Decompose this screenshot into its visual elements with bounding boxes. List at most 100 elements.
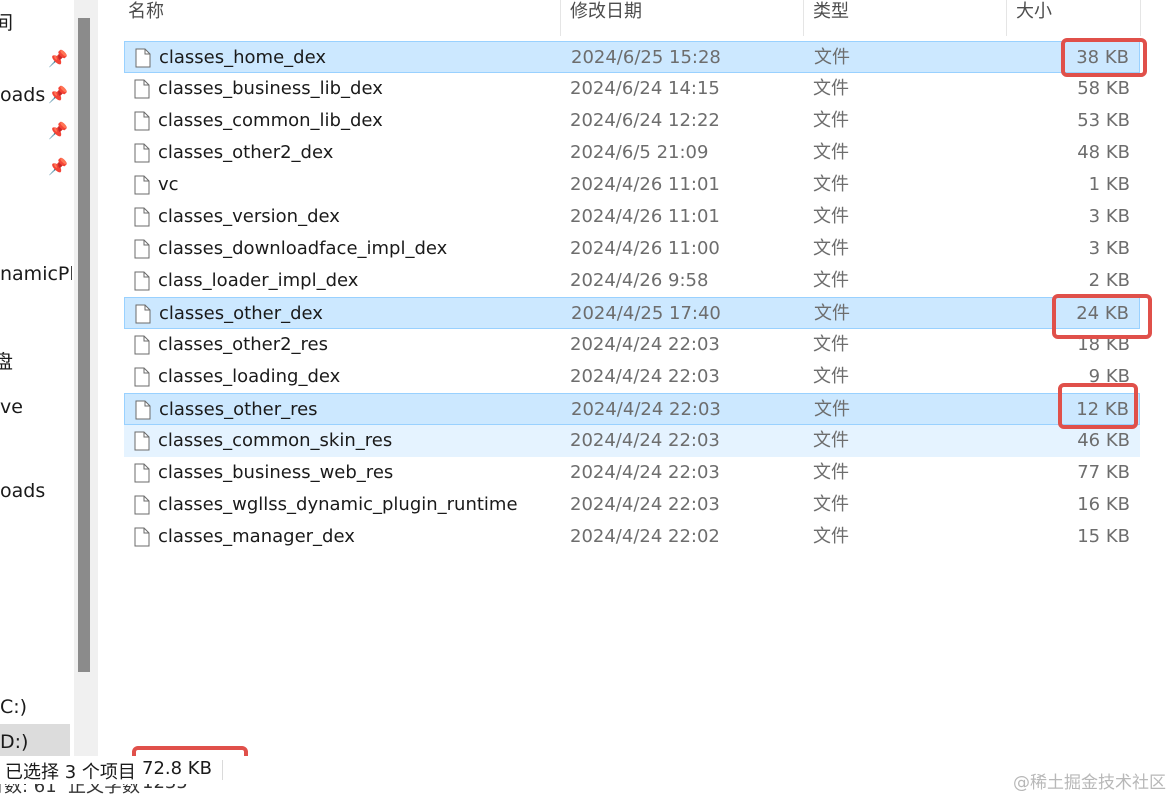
- file-date: 2024/6/24 12:22: [570, 110, 720, 131]
- file-size: 1 KB: [1088, 174, 1130, 195]
- nav-item-onedrive[interactable]: ve: [0, 396, 23, 418]
- file-row[interactable]: classes_home_dex 2024/6/25 15:28 文件 38 K…: [124, 41, 1140, 73]
- file-row[interactable]: classes_other_res 2024/4/24 22:03 文件 12 …: [124, 393, 1140, 425]
- column-divider[interactable]: [560, 0, 561, 36]
- file-date: 2024/6/5 21:09: [570, 142, 709, 163]
- file-type: 文件: [814, 399, 850, 420]
- file-size: 48 KB: [1077, 142, 1130, 163]
- file-type: 文件: [813, 526, 849, 547]
- column-divider[interactable]: [1140, 0, 1141, 36]
- nav-item-drive[interactable]: 盘: [0, 347, 13, 374]
- file-type: 文件: [813, 174, 849, 195]
- file-icon: [134, 143, 150, 163]
- pin-icon[interactable]: 📌: [48, 157, 68, 176]
- file-size: 3 KB: [1088, 238, 1130, 259]
- file-icon: [134, 79, 150, 99]
- file-name: classes_business_web_res: [158, 462, 394, 483]
- file-icon: [134, 271, 150, 291]
- nav-item-dynamic-plugin[interactable]: namicPl: [0, 263, 72, 285]
- file-row[interactable]: class_loader_impl_dex 2024/4/26 9:58 文件 …: [124, 265, 1140, 297]
- file-type: 文件: [814, 47, 850, 68]
- file-date: 2024/4/26 11:00: [570, 238, 720, 259]
- status-line-2: 行数: 61 正文字数 1235: [0, 784, 250, 798]
- file-icon: [134, 111, 150, 131]
- nav-item-drive-c[interactable]: C:): [0, 696, 27, 718]
- file-row[interactable]: classes_downloadface_impl_dex 2024/4/26 …: [124, 233, 1140, 265]
- pin-icon[interactable]: 📌: [48, 121, 68, 140]
- selection-count: 已选择 3 个项目: [5, 762, 136, 783]
- file-icon: [134, 527, 150, 547]
- file-row[interactable]: vc 2024/4/26 11:01 文件 1 KB: [124, 169, 1140, 201]
- column-header-name[interactable]: 名称: [128, 0, 164, 36]
- file-name: classes_common_lib_dex: [158, 110, 383, 131]
- file-date: 2024/4/24 22:03: [570, 366, 720, 387]
- file-icon: [135, 304, 151, 324]
- file-name: classes_downloadface_impl_dex: [158, 238, 448, 259]
- file-type: 文件: [813, 366, 849, 387]
- file-icon: [134, 239, 150, 259]
- file-size: 16 KB: [1077, 494, 1130, 515]
- navigation-pane[interactable]: 间 oads namicPl 盘 ve oads C:) D:) 📌 📌 📌 📌: [0, 0, 98, 756]
- file-row[interactable]: classes_other2_dex 2024/6/5 21:09 文件 48 …: [124, 137, 1140, 169]
- file-row[interactable]: classes_loading_dex 2024/4/24 22:03 文件 9…: [124, 361, 1140, 393]
- file-date: 2024/6/25 15:28: [571, 47, 721, 68]
- file-name: classes_manager_dex: [158, 526, 355, 547]
- file-row[interactable]: classes_common_skin_res 2024/4/24 22:03 …: [124, 425, 1140, 457]
- file-date: 2024/4/24 22:03: [570, 462, 720, 483]
- file-type: 文件: [814, 303, 850, 324]
- file-type: 文件: [813, 110, 849, 131]
- pin-icon[interactable]: 📌: [48, 85, 68, 104]
- annotation-highlight: [1058, 383, 1138, 429]
- nav-scrollbar-thumb[interactable]: [78, 18, 90, 672]
- file-date: 2024/4/26 9:58: [570, 270, 709, 291]
- file-type: 文件: [813, 334, 849, 355]
- file-date: 2024/4/25 17:40: [571, 303, 721, 324]
- file-name: classes_version_dex: [158, 206, 340, 227]
- nav-item[interactable]: 间: [0, 8, 13, 35]
- column-divider[interactable]: [1006, 0, 1007, 36]
- column-divider[interactable]: [803, 0, 804, 36]
- file-row[interactable]: classes_wgllss_dynamic_plugin_runtime 20…: [124, 489, 1140, 521]
- file-size: 46 KB: [1077, 430, 1130, 451]
- file-icon: [134, 335, 150, 355]
- file-type: 文件: [813, 206, 849, 227]
- file-date: 2024/4/24 22:03: [570, 430, 720, 451]
- file-row[interactable]: classes_other2_res 2024/4/24 22:03 文件 18…: [124, 329, 1140, 361]
- column-header-size[interactable]: 大小: [1016, 0, 1052, 36]
- pin-icon[interactable]: 📌: [48, 49, 68, 68]
- file-name: classes_other2_res: [158, 334, 328, 355]
- file-name: classes_loading_dex: [158, 366, 341, 387]
- watermark: @稀土掘金技术社区: [1013, 773, 1166, 793]
- file-row[interactable]: classes_common_lib_dex 2024/6/24 12:22 文…: [124, 105, 1140, 137]
- file-icon: [134, 207, 150, 227]
- column-header-date[interactable]: 修改日期: [570, 0, 642, 36]
- file-icon: [135, 400, 151, 420]
- file-row[interactable]: classes_version_dex 2024/4/26 11:01 文件 3…: [124, 201, 1140, 233]
- status-divider: [222, 760, 223, 780]
- file-name: classes_wgllss_dynamic_plugin_runtime: [158, 494, 518, 515]
- file-icon: [134, 431, 150, 451]
- file-icon: [135, 48, 151, 68]
- file-type: 文件: [813, 430, 849, 451]
- file-type: 文件: [813, 462, 849, 483]
- nav-item-downloads[interactable]: oads: [0, 84, 45, 106]
- file-type: 文件: [813, 270, 849, 291]
- file-row[interactable]: classes_business_lib_dex 2024/6/24 14:15…: [124, 73, 1140, 105]
- line-count: 行数: 61: [0, 784, 57, 797]
- nav-item-drive-d[interactable]: D:): [0, 731, 28, 753]
- file-name: class_loader_impl_dex: [158, 270, 359, 291]
- file-row[interactable]: classes_business_web_res 2024/4/24 22:03…: [124, 457, 1140, 489]
- file-name: classes_other_res: [159, 399, 318, 420]
- file-row[interactable]: classes_other_dex 2024/4/25 17:40 文件 24 …: [124, 297, 1140, 329]
- annotation-highlight: [1052, 294, 1152, 339]
- file-size: 58 KB: [1077, 78, 1130, 99]
- file-row[interactable]: classes_manager_dex 2024/4/24 22:02 文件 1…: [124, 521, 1140, 553]
- column-header-type[interactable]: 类型: [813, 0, 849, 36]
- file-icon: [134, 495, 150, 515]
- file-name: classes_other_dex: [159, 303, 323, 324]
- file-size: 15 KB: [1077, 526, 1130, 547]
- file-size: 3 KB: [1088, 206, 1130, 227]
- file-name: classes_other2_dex: [158, 142, 334, 163]
- nav-item-downloads-2[interactable]: oads: [0, 480, 45, 502]
- file-icon: [134, 463, 150, 483]
